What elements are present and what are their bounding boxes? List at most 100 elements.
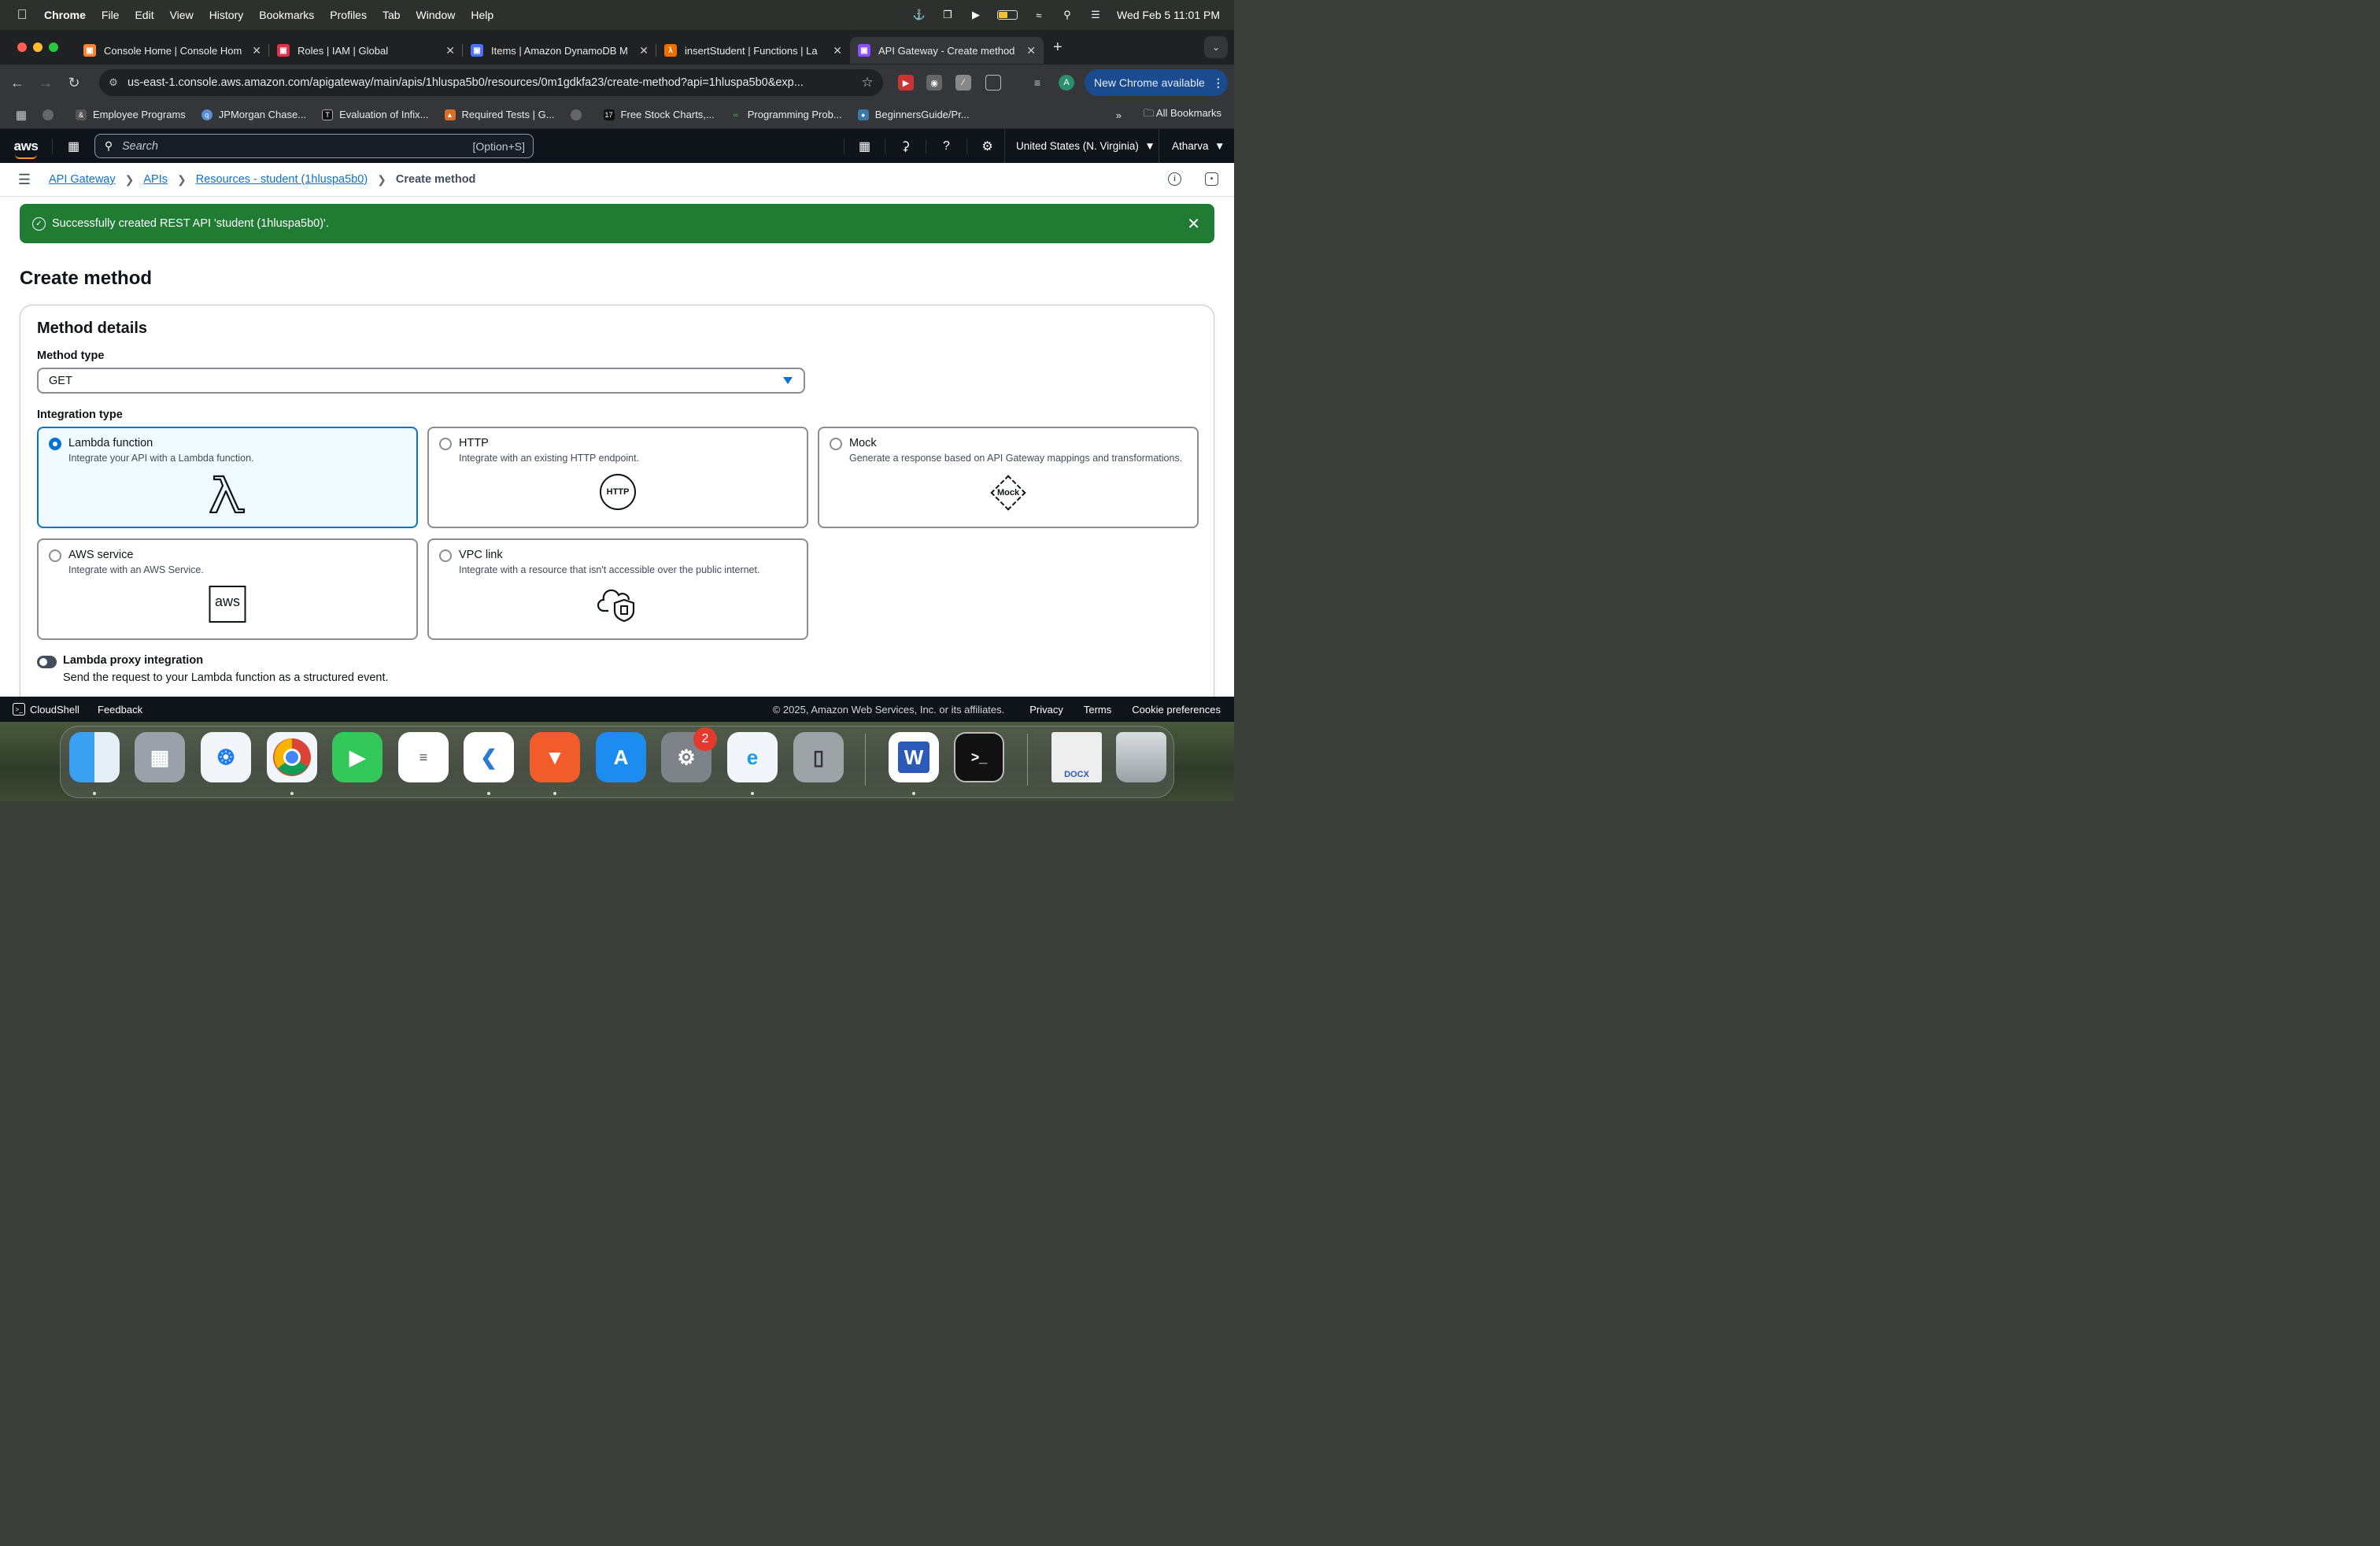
kebab-menu-icon[interactable]: ⋮ <box>1213 76 1224 90</box>
screen-mirror-icon[interactable]: ❐ <box>941 9 955 20</box>
close-window-icon[interactable] <box>17 43 27 52</box>
play-icon[interactable]: ▶ <box>969 9 983 20</box>
address-bar[interactable]: ⚙ us-east-1.console.aws.amazon.com/apiga… <box>99 69 883 96</box>
integration-option-http[interactable]: HTTP Integrate with an existing HTTP end… <box>427 427 808 528</box>
launchpad-icon[interactable]: ▦ <box>135 732 185 782</box>
menu-clock[interactable]: Wed Feb 5 11:01 PM <box>1117 9 1220 21</box>
menu-app-name[interactable]: Chrome <box>44 9 86 21</box>
finder-icon[interactable] <box>69 732 120 782</box>
all-bookmarks[interactable]: 🗀 All Bookmarks <box>1144 106 1221 124</box>
reload-icon[interactable]: ↻ <box>60 75 88 91</box>
menu-edit[interactable]: Edit <box>135 9 153 21</box>
cloudshell-button[interactable]: >_ CloudShell <box>0 703 98 716</box>
menu-bookmarks[interactable]: Bookmarks <box>259 9 314 21</box>
bookmark-programming[interactable]: ∞ Programming Prob... <box>730 109 842 120</box>
account-menu[interactable]: Atharva ▼ <box>1159 129 1225 163</box>
integration-option-aws-service[interactable]: AWS service Integrate with an AWS Servic… <box>37 538 418 640</box>
lambda-proxy-toggle[interactable] <box>37 656 57 668</box>
menu-profiles[interactable]: Profiles <box>330 9 367 21</box>
terms-link[interactable]: Terms <box>1084 704 1111 716</box>
aws-logo[interactable]: aws <box>0 139 52 159</box>
new-tab-icon[interactable]: + <box>1053 39 1062 57</box>
close-tab-icon[interactable]: ✕ <box>252 44 261 57</box>
new-chrome-available-button[interactable]: New Chrome available ⋮ <box>1085 69 1228 96</box>
bookmark-python-guide[interactable]: ● BeginnersGuide/Pr... <box>857 109 970 120</box>
method-type-select[interactable]: GET <box>37 368 805 394</box>
breadcrumb-resources[interactable]: Resources - student (1hluspa5b0) <box>196 173 368 186</box>
trash-icon[interactable] <box>1116 732 1166 782</box>
hexagon-settings-icon[interactable]: • <box>1205 172 1218 186</box>
breadcrumb-apis[interactable]: APIs <box>143 173 168 186</box>
bookmark-required-tests[interactable]: ▲ Required Tests | G... <box>444 109 555 120</box>
menu-window[interactable]: Window <box>416 9 456 21</box>
more-bookmarks-icon[interactable]: » <box>1116 109 1122 121</box>
menu-file[interactable]: File <box>102 9 120 21</box>
extension-icon[interactable]: ∕ <box>955 75 971 91</box>
bookmark-star-icon[interactable]: ☆ <box>852 75 883 91</box>
settings-gear-icon[interactable]: ⚙ <box>966 138 1007 154</box>
tab-console-home[interactable]: ▣ Console Home | Console Hom ✕ <box>76 37 269 64</box>
region-selector[interactable]: United States (N. Virginia) ▼ <box>1004 129 1155 163</box>
wifi-icon[interactable]: ≈ <box>1032 9 1046 21</box>
tab-lambda-function[interactable]: λ insertStudent | Functions | La ✕ <box>656 37 850 64</box>
terminal-icon[interactable]: >_ <box>954 732 1004 782</box>
privacy-link[interactable]: Privacy <box>1029 704 1063 716</box>
integration-option-mock[interactable]: Mock Generate a response based on API Ga… <box>818 427 1199 528</box>
radio-mock[interactable] <box>830 438 842 450</box>
info-icon[interactable]: i <box>1168 172 1181 186</box>
zoom-window-icon[interactable] <box>49 43 58 52</box>
close-tab-icon[interactable]: ✕ <box>639 44 649 57</box>
menu-view[interactable]: View <box>170 9 194 21</box>
cookie-preferences-link[interactable]: Cookie preferences <box>1132 704 1221 716</box>
menu-help[interactable]: Help <box>471 9 493 21</box>
facetime-icon[interactable]: ▶ <box>332 732 382 782</box>
close-tab-icon[interactable]: ✕ <box>833 44 842 57</box>
apps-grid-icon[interactable]: ▦ <box>0 108 42 122</box>
integration-option-vpc-link[interactable]: VPC link Integrate with a resource that … <box>427 538 808 640</box>
tab-api-gateway-create-method[interactable]: ▣ API Gateway - Create method ✕ <box>850 37 1044 64</box>
record-extension-icon[interactable]: ▶ <box>898 75 914 91</box>
hamburger-menu-icon[interactable]: ☰ <box>0 172 49 188</box>
minimize-window-icon[interactable] <box>33 43 42 52</box>
reminders-icon[interactable]: ≡ <box>398 732 449 782</box>
bookmark-stock-charts[interactable]: 17 Free Stock Charts,... <box>603 109 715 120</box>
iphone-mirroring-icon[interactable]: ▯ <box>793 732 844 782</box>
tab-iam-roles[interactable]: ▣ Roles | IAM | Global ✕ <box>269 37 463 64</box>
site-info-icon[interactable]: ⚙ <box>99 76 128 89</box>
edge-icon[interactable]: e <box>727 732 778 782</box>
close-tab-icon[interactable]: ✕ <box>445 44 455 57</box>
aws-search-input[interactable]: ⚲ Search [Option+S] <box>94 134 534 158</box>
bookmark-employee-programs[interactable]: & Employee Programs <box>76 109 186 120</box>
vscode-icon[interactable]: ❮ <box>464 732 514 782</box>
safari-icon[interactable]: ❂ <box>201 732 251 782</box>
forward-icon[interactable]: → <box>31 75 60 91</box>
feedback-link[interactable]: Feedback <box>98 704 142 716</box>
radio-lambda[interactable] <box>49 438 61 450</box>
control-center-icon[interactable]: ☰ <box>1088 9 1103 20</box>
bookmark-infix[interactable]: T Evaluation of Infix... <box>322 109 429 120</box>
radio-http[interactable] <box>439 438 452 450</box>
menu-tab[interactable]: Tab <box>382 9 401 21</box>
radio-aws-service[interactable] <box>49 549 61 562</box>
breadcrumb-api-gateway[interactable]: API Gateway <box>49 173 116 186</box>
integration-option-lambda[interactable]: Lambda function Integrate your API with … <box>37 427 418 528</box>
notifications-bell-icon[interactable]: ⚳ <box>885 138 926 154</box>
battery-icon[interactable] <box>997 10 1018 20</box>
app-store-icon[interactable]: A <box>596 732 646 782</box>
help-icon[interactable]: ? <box>926 139 966 153</box>
back-icon[interactable]: ← <box>3 75 31 91</box>
bookmark-globe[interactable] <box>42 109 60 120</box>
brave-icon[interactable]: ▼ <box>530 732 580 782</box>
menu-history[interactable]: History <box>209 9 244 21</box>
reading-list-icon[interactable]: ≡ <box>1029 75 1045 91</box>
radio-vpc-link[interactable] <box>439 549 452 562</box>
word-icon[interactable]: W <box>889 732 939 782</box>
apple-menu-icon[interactable]:  <box>0 7 44 23</box>
extensions-puzzle-icon[interactable] <box>985 75 1001 91</box>
chrome-icon[interactable] <box>267 732 317 782</box>
tab-search-icon[interactable]: ⌄ <box>1204 36 1228 58</box>
docx-file-icon[interactable]: DOCX <box>1051 732 1102 782</box>
spotlight-icon[interactable]: ⚲ <box>1060 9 1074 20</box>
close-tab-icon[interactable]: ✕ <box>1026 44 1036 57</box>
url-text[interactable]: us-east-1.console.aws.amazon.com/apigate… <box>128 76 852 89</box>
